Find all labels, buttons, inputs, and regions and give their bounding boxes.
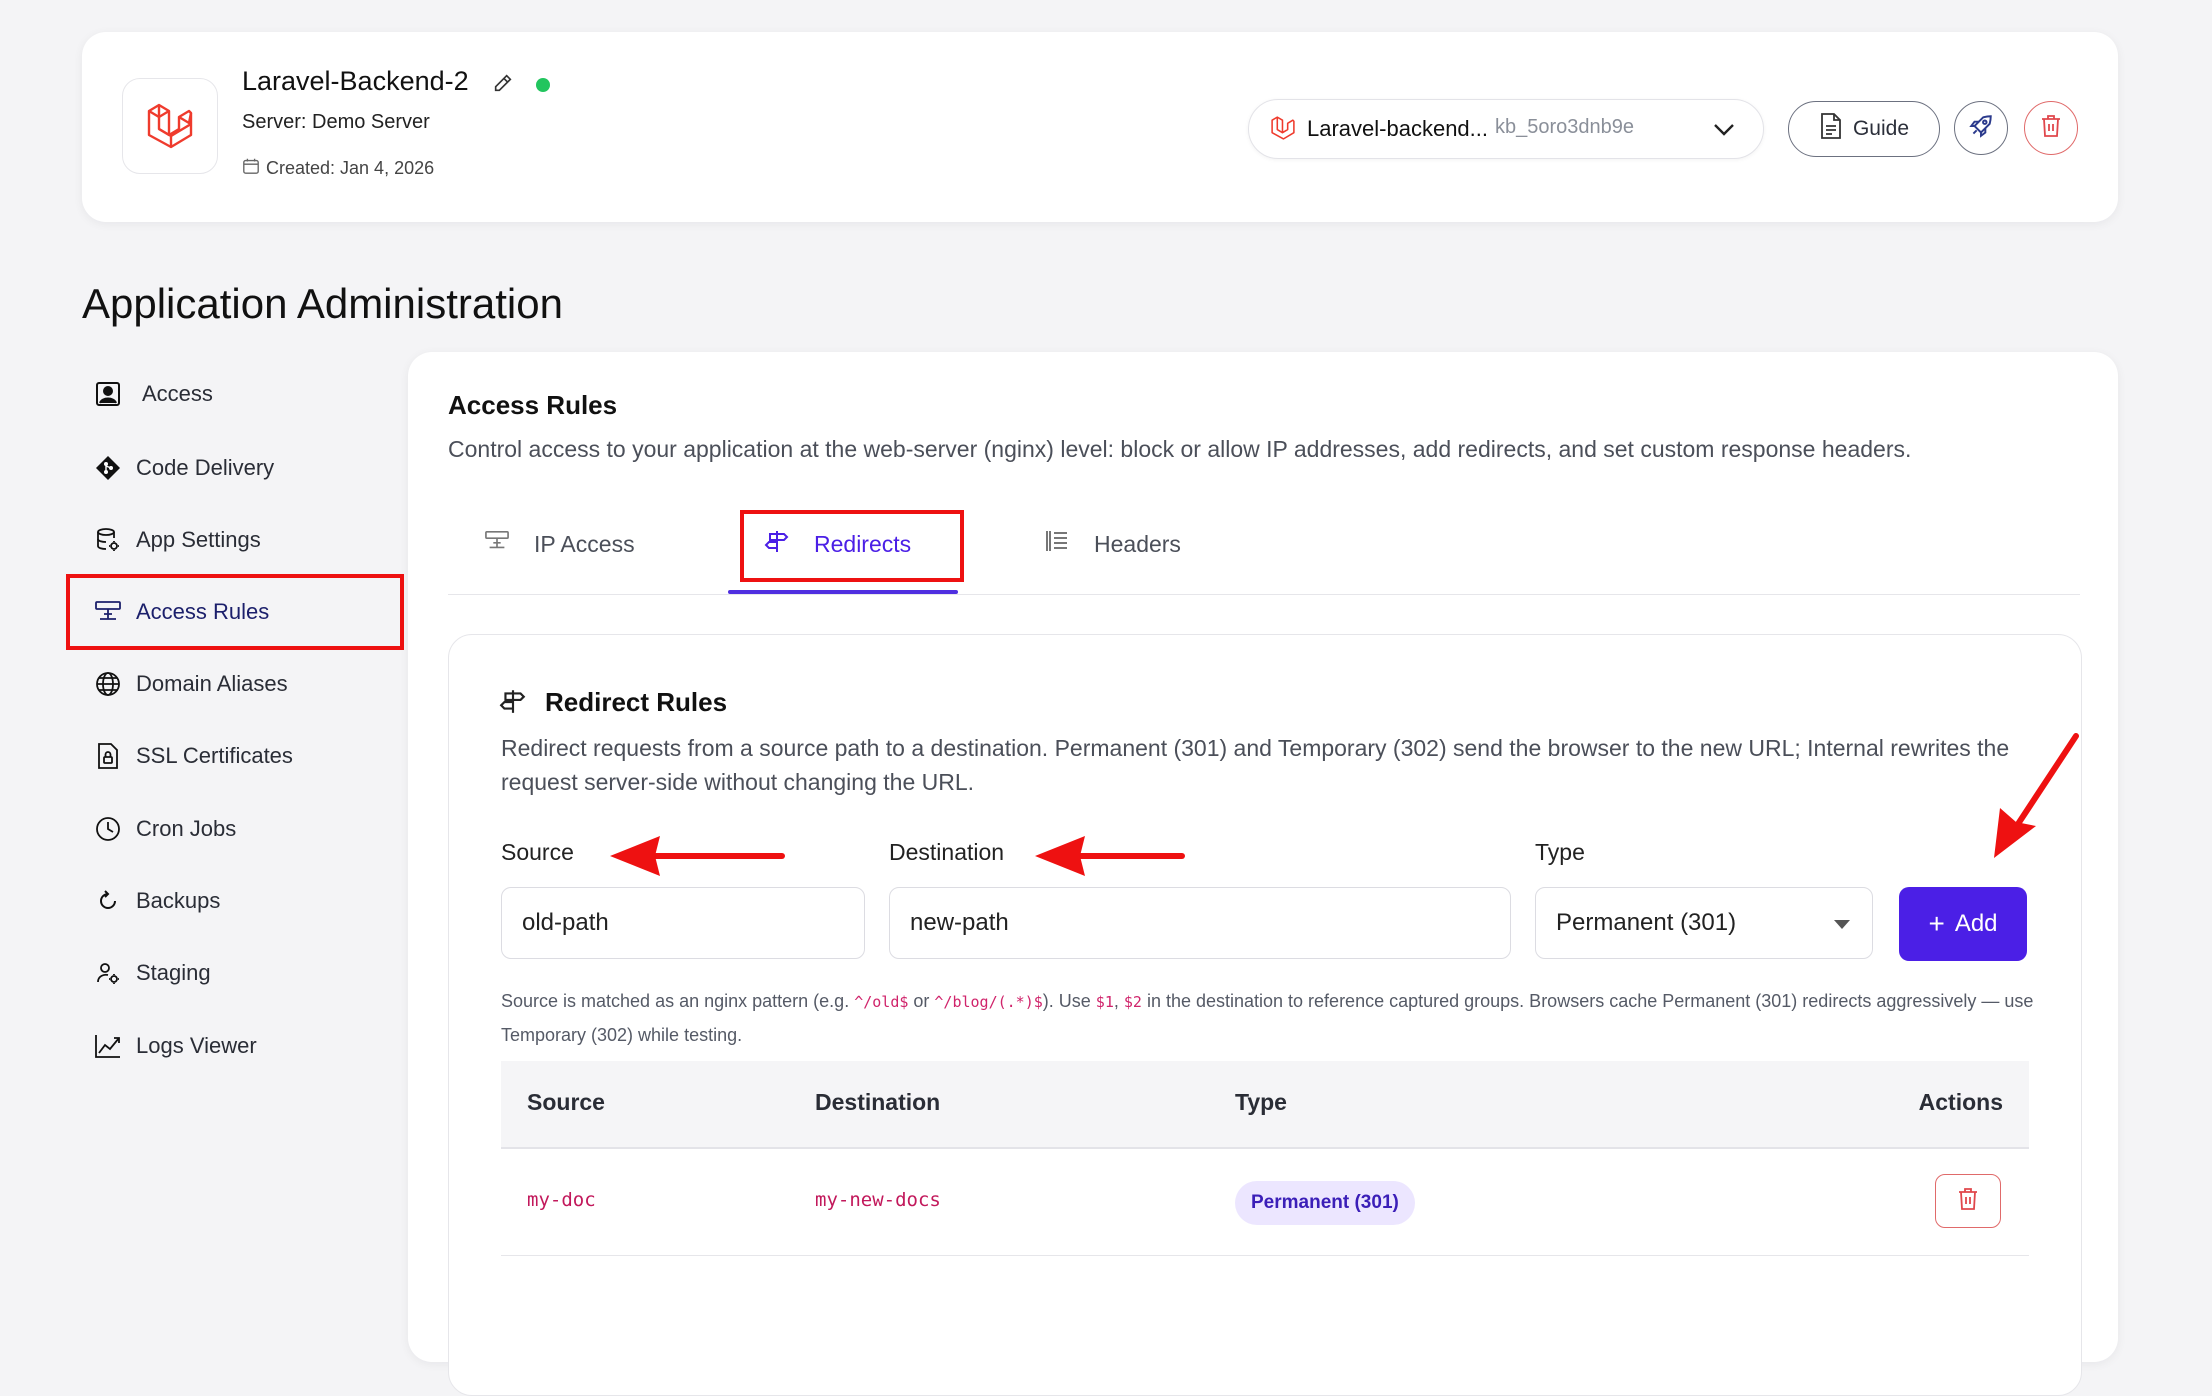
sidebar-item-label: SSL Certificates — [136, 743, 293, 768]
type-select[interactable]: Permanent (301) — [1535, 887, 1873, 959]
column-header-actions: Actions — [1918, 1089, 2003, 1115]
sidebar-item-cron-jobs[interactable]: Cron Jobs — [94, 809, 236, 849]
git-diamond-icon — [94, 454, 122, 482]
laravel-logo — [122, 78, 218, 174]
ssl-certificate-icon — [94, 742, 122, 770]
selector-app-key: kb_5oro3dnb9e — [1495, 116, 1635, 138]
database-gear-icon — [94, 526, 122, 554]
app-selector-dropdown[interactable]: Laravel-backend... kb_5oro3dnb9e — [1248, 99, 1764, 159]
laravel-small-icon — [1269, 114, 1297, 147]
column-header-source: Source — [527, 1089, 605, 1115]
tab-ip-access[interactable]: IP Access — [484, 524, 635, 564]
highlight-box-redirects-tab — [740, 510, 964, 582]
section-description: Control access to your application at th… — [448, 436, 1912, 462]
clock-icon — [94, 815, 122, 843]
caret-down-icon — [1834, 920, 1850, 929]
destination-label: Destination — [889, 839, 1005, 865]
pattern-help-text: Source is matched as an nginx pattern (e… — [501, 991, 2034, 1045]
trash-icon — [1956, 1186, 1980, 1217]
source-label: Source — [501, 839, 574, 865]
app-name: Laravel-Backend-2 — [242, 66, 469, 96]
add-redirect-button[interactable]: + Add — [1899, 887, 2027, 961]
edit-pencil-icon[interactable] — [492, 72, 514, 99]
sidebar-item-label: Backups — [136, 888, 221, 913]
access-rules-panel: Access Rules Control access to your appl… — [408, 352, 2118, 1396]
sidebar-item-app-settings[interactable]: App Settings — [94, 520, 261, 560]
plus-icon: + — [1928, 908, 1945, 939]
delete-rule-button[interactable] — [1935, 1174, 2001, 1228]
globe-icon — [94, 670, 122, 698]
document-icon — [1819, 112, 1843, 146]
section-title: Access Rules — [448, 390, 618, 420]
chevron-down-icon — [1711, 118, 1737, 145]
tab-label: IP Access — [534, 530, 635, 557]
row-source: my-doc — [527, 1189, 596, 1211]
sidebar-item-ssl-certificates[interactable]: SSL Certificates — [94, 736, 293, 776]
tab-divider — [448, 594, 2080, 595]
refresh-icon — [94, 887, 122, 915]
server-name: Server: Demo Server — [242, 111, 430, 133]
page-title: Application Administration — [82, 280, 563, 327]
chart-line-icon — [94, 1032, 122, 1060]
highlight-box-access-rules — [66, 574, 404, 650]
redirect-rules-card: Redirect Rules Redirect requests from a … — [448, 634, 2082, 1396]
type-label: Type — [1535, 839, 1585, 865]
status-badge: Permanent (301) — [1235, 1181, 1415, 1225]
trash-icon — [2039, 113, 2063, 144]
sidebar-item-domain-aliases[interactable]: Domain Aliases — [94, 664, 288, 704]
sidebar-item-access[interactable]: Access — [94, 374, 213, 414]
selector-app-name: Laravel-backend... — [1307, 116, 1488, 141]
sidebar-item-label: App Settings — [136, 527, 261, 552]
app-header-card: Laravel-Backend-2 Server: Demo Server Cr… — [82, 32, 2118, 222]
user-square-icon — [94, 380, 122, 408]
status-online-dot — [536, 78, 550, 92]
created-date: Created: Jan 4, 2026 — [242, 157, 434, 180]
sidebar-item-code-delivery[interactable]: Code Delivery — [94, 448, 274, 488]
destination-input[interactable] — [889, 887, 1511, 959]
deploy-button[interactable] — [1954, 101, 2008, 155]
tab-label: Headers — [1094, 530, 1181, 557]
sidebar-item-label: Logs Viewer — [136, 1033, 257, 1058]
source-input[interactable] — [501, 887, 865, 959]
sidebar-item-label: Access — [142, 381, 213, 406]
row-destination: my-new-docs — [815, 1189, 941, 1211]
redirects-table-header: Source Destination Type Actions — [501, 1061, 2029, 1149]
column-header-destination: Destination — [815, 1089, 941, 1115]
redirect-rules-title: Redirect Rules — [545, 687, 728, 717]
rocket-icon — [1968, 113, 1994, 144]
type-select-value: Permanent (301) — [1556, 909, 1737, 936]
sidebar-item-label: Code Delivery — [136, 455, 275, 480]
calendar-icon — [242, 157, 260, 180]
active-tab-indicator — [728, 590, 958, 594]
access-rules-icon — [484, 529, 510, 559]
redirect-rules-description: Redirect requests from a source path to … — [501, 735, 2010, 795]
delete-app-button[interactable] — [2024, 101, 2078, 155]
sidebar-item-label: Domain Aliases — [136, 671, 288, 696]
sidebar-item-backups[interactable]: Backups — [94, 881, 220, 921]
list-lines-icon — [1044, 528, 1070, 560]
created-date-text: Created: Jan 4, 2026 — [266, 158, 435, 178]
sidebar-item-logs-viewer[interactable]: Logs Viewer — [94, 1026, 257, 1066]
users-gear-icon — [94, 959, 122, 987]
guide-label: Guide — [1852, 117, 1910, 140]
signpost-icon — [499, 687, 527, 720]
guide-button[interactable]: Guide — [1788, 101, 1940, 157]
sidebar-item-staging[interactable]: Staging — [94, 953, 211, 993]
tab-headers[interactable]: Headers — [1044, 524, 1181, 564]
sidebar-item-label: Cron Jobs — [136, 816, 237, 841]
table-row: my-doc my-new-docs Permanent (301) — [501, 1149, 2029, 1256]
sidebar-item-label: Staging — [136, 960, 211, 985]
column-header-type: Type — [1235, 1089, 1287, 1115]
add-label: Add — [1954, 910, 1998, 937]
